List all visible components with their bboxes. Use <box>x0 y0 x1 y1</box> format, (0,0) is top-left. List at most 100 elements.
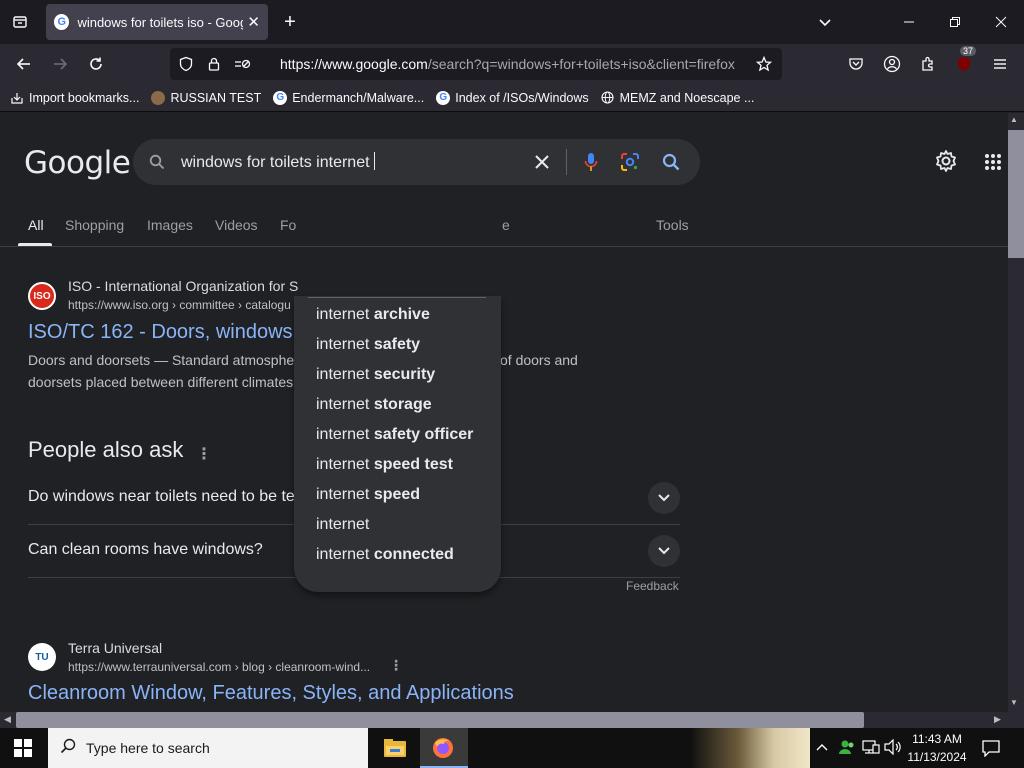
tab-list-icon[interactable] <box>5 7 35 37</box>
taskbar-search-box[interactable]: Type here to search <box>48 728 368 768</box>
bookmark-label: Import bookmarks... <box>29 90 140 105</box>
tab-images[interactable]: Images <box>147 217 193 233</box>
suggestion-prefix: internet <box>316 486 374 503</box>
result-site-name: ISO - International Organization for S <box>68 278 299 294</box>
bookmark-endermanch[interactable]: G Endermanch/Malware... <box>273 90 425 105</box>
extension-badge: 37 <box>960 46 977 56</box>
tab-title: windows for toilets iso - Google <box>77 14 244 30</box>
people-icon[interactable] <box>838 738 856 761</box>
shield-icon[interactable] <box>172 50 200 78</box>
google-logo[interactable]: Google <box>24 145 131 181</box>
restore-icon[interactable] <box>940 7 970 37</box>
search-suggestion[interactable]: internet speed <box>316 486 420 504</box>
result-title-link[interactable]: ISO/TC 162 - Doors, windows <box>28 321 293 344</box>
more-options-icon[interactable]: ⋮ <box>196 444 212 464</box>
paa-question: Can clean rooms have windows? <box>28 541 263 558</box>
bookmark-index-isos[interactable]: G Index of /ISOs/Windows <box>436 90 589 105</box>
ublock-icon[interactable]: 37 <box>950 46 978 78</box>
tab-more[interactable]: e <box>502 217 510 233</box>
show-hidden-icons-icon[interactable] <box>816 741 828 759</box>
scroll-up-icon[interactable]: ▲ <box>1010 115 1018 124</box>
tab-videos[interactable]: Videos <box>215 217 258 233</box>
settings-gear-icon[interactable] <box>934 149 962 177</box>
search-suggestion[interactable]: internet security <box>316 366 435 384</box>
suggestions-divider <box>308 297 486 298</box>
permissions-icon[interactable] <box>228 50 256 78</box>
feedback-link[interactable]: Feedback <box>626 579 679 593</box>
volume-icon[interactable] <box>884 738 902 760</box>
search-suggestion[interactable]: internet connected <box>316 546 454 564</box>
search-input[interactable]: windows for toilets internet <box>181 152 375 172</box>
back-icon[interactable] <box>10 50 38 78</box>
tab-shopping[interactable]: Shopping <box>65 217 124 233</box>
lens-camera-icon[interactable] <box>616 148 644 176</box>
extensions-icon[interactable] <box>914 50 942 78</box>
result-title-link[interactable]: Cleanroom Window, Features, Styles, and … <box>28 682 514 705</box>
bookmark-import[interactable]: Import bookmarks... <box>10 91 139 105</box>
horizontal-scroll-thumb[interactable] <box>16 712 864 728</box>
bookmark-russian-test[interactable]: RUSSIAN TEST <box>151 90 261 105</box>
bookmark-label: MEMZ and Noescape ... <box>619 90 755 105</box>
vertical-scroll-thumb[interactable] <box>1008 130 1024 258</box>
url-text[interactable]: https://www.google.com/search?q=windows+… <box>280 56 742 72</box>
suggestion-completion: storage <box>373 396 432 413</box>
search-suggestion[interactable]: internet safety <box>316 336 420 354</box>
tab-tools[interactable]: Tools <box>656 217 689 233</box>
bookmark-favicon-icon <box>151 90 166 105</box>
network-icon[interactable] <box>862 739 880 760</box>
forward-icon[interactable] <box>46 50 74 78</box>
bookmarks-toolbar: Import bookmarks... RUSSIAN TEST G Ender… <box>0 84 1024 112</box>
new-tab-icon[interactable]: + <box>275 7 305 37</box>
bookmark-label: Endermanch/Malware... <box>292 90 425 105</box>
notifications-icon[interactable] <box>982 739 1000 762</box>
suggestion-prefix: internet <box>316 336 374 353</box>
chevron-down-icon[interactable] <box>648 535 680 567</box>
search-submit-icon[interactable] <box>657 148 685 176</box>
file-explorer-icon[interactable] <box>384 738 406 763</box>
suggestion-completion: safety <box>373 336 421 353</box>
windows-start-icon[interactable] <box>14 739 32 762</box>
clock-date: 11/13/2024 <box>907 750 967 764</box>
chevron-down-icon[interactable] <box>810 7 840 37</box>
search-icon <box>60 738 76 759</box>
close-tab-icon[interactable]: ✕ <box>247 13 260 31</box>
clear-search-icon[interactable] <box>528 148 556 176</box>
search-suggestion[interactable]: internet safety officer <box>316 426 473 444</box>
close-window-icon[interactable] <box>986 7 1016 37</box>
scroll-down-icon[interactable]: ▼ <box>1010 698 1018 707</box>
address-bar[interactable]: https://www.google.com/search?q=windows+… <box>170 48 782 80</box>
firefox-icon[interactable] <box>432 737 454 764</box>
taskbar-clock[interactable]: 11:43 AM 11/13/2024 <box>902 730 972 766</box>
account-icon[interactable] <box>878 50 906 78</box>
suggestion-completion: connected <box>373 546 454 563</box>
minimize-icon[interactable] <box>894 7 924 37</box>
suggestion-prefix: internet <box>316 396 374 413</box>
hamburger-menu-icon[interactable] <box>986 50 1014 78</box>
bookmark-star-icon[interactable] <box>750 50 778 78</box>
bookmark-memz[interactable]: MEMZ and Noescape ... <box>601 90 755 105</box>
suggestion-prefix: internet <box>316 366 374 383</box>
tab-all[interactable]: All <box>28 217 44 233</box>
lock-icon[interactable] <box>200 50 228 78</box>
microphone-icon[interactable] <box>577 148 605 176</box>
tab-forums[interactable]: Fo <box>280 217 296 233</box>
more-options-icon[interactable]: ⋮ <box>389 657 403 674</box>
apps-grid-icon[interactable] <box>984 153 1004 173</box>
search-suggestion[interactable]: internet <box>316 516 369 534</box>
scroll-right-icon[interactable]: ▶ <box>994 714 1001 725</box>
search-suggestion[interactable]: internet speed test <box>316 456 453 474</box>
suggestion-completion: speed test <box>373 456 453 473</box>
search-suggestion[interactable]: internet storage <box>316 396 432 414</box>
chevron-down-icon[interactable] <box>648 482 680 514</box>
text-caret <box>373 152 375 170</box>
google-favicon-icon: G <box>54 14 70 30</box>
scroll-left-icon[interactable]: ◀ <box>4 714 11 725</box>
pocket-icon[interactable] <box>842 50 870 78</box>
suggestion-completion: security <box>373 366 436 383</box>
search-box[interactable]: windows for toilets internet <box>133 139 700 185</box>
browser-tab[interactable]: G windows for toilets iso - Google ✕ <box>46 4 268 40</box>
search-divider <box>566 149 567 175</box>
reload-icon[interactable] <box>82 50 110 78</box>
import-icon <box>10 91 24 105</box>
search-suggestion[interactable]: internet archive <box>316 306 430 324</box>
